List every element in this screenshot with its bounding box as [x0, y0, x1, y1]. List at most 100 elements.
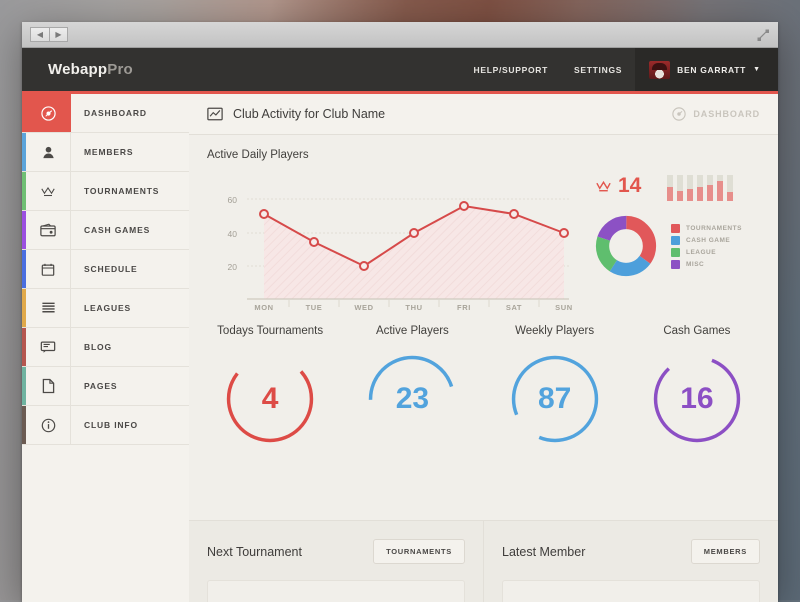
chart-title: Active Daily Players [207, 149, 760, 161]
chevron-down-icon: ▼ [753, 66, 760, 73]
avatar [649, 61, 670, 79]
sidebar-item-schedule[interactable]: SCHEDULE [22, 250, 189, 289]
mini-bar [707, 175, 713, 201]
stat-value: 16 [649, 351, 745, 447]
legend-item: LEAGUE [671, 248, 742, 257]
card-body-placeholder [207, 580, 465, 602]
sidebar-label: MEMBERS [71, 147, 133, 157]
dashboard-icon [26, 94, 71, 132]
sidebar-item-pages[interactable]: PAGES [22, 367, 189, 406]
list-icon [26, 289, 71, 327]
window-nav-buttons: ◀ ▶ [30, 27, 68, 42]
sidebar-item-leagues[interactable]: LEAGUES [22, 289, 189, 328]
chart-line-icon [207, 106, 223, 122]
legend-label: TOURNAMENTS [686, 225, 742, 232]
nav-item-settings[interactable]: SETTINGS [561, 65, 635, 75]
members-button[interactable]: MEMBERS [691, 539, 760, 564]
stat-label: Todays Tournaments [217, 325, 323, 337]
stats-grid: Todays Tournaments 4 Active Players [199, 325, 768, 447]
svg-text:20: 20 [228, 262, 238, 272]
window-titlebar: ◀ ▶ [22, 22, 778, 48]
mini-bar [667, 175, 673, 201]
legend-label: CASH GAME [686, 237, 730, 244]
sidebar-item-blog[interactable]: BLOG [22, 328, 189, 367]
donut-legend: TOURNAMENTS CASH GAME LEAGUE [671, 224, 742, 269]
page-title: Club Activity for Club Name [233, 107, 385, 121]
side-stats: 14 [577, 171, 760, 277]
legend-swatch [671, 248, 680, 257]
sidebar-item-members[interactable]: MEMBERS [22, 133, 189, 172]
back-button[interactable]: ◀ [30, 27, 49, 42]
card-latest-member: Latest Member MEMBERS [483, 521, 778, 602]
dashboard-icon [672, 107, 686, 121]
brand-logo[interactable]: WebappPro [22, 61, 133, 78]
crown-icon [26, 172, 71, 210]
stats-panel: Todays Tournaments 4 Active Players [189, 317, 778, 520]
breadcrumb[interactable]: DASHBOARD [672, 107, 760, 121]
chart-row: 20 40 60 [207, 171, 760, 311]
sidebar-item-cash-games[interactable]: CASH GAMES [22, 211, 189, 250]
nav-item-help-support[interactable]: HELP/SUPPORT [460, 65, 561, 75]
content-header: Club Activity for Club Name DASHBOARD [189, 94, 778, 135]
main-content: Club Activity for Club Name DASHBOARD Ac… [189, 94, 778, 602]
sidebar-item-tournaments[interactable]: TOURNAMENTS [22, 172, 189, 211]
svg-text:40: 40 [228, 229, 238, 239]
x-tick-sat: SAT [506, 303, 522, 311]
app-topbar: WebappPro HELP/SUPPORT SETTINGS BEN GARR… [22, 48, 778, 91]
sidebar-label: CLUB INFO [71, 420, 138, 430]
stat-ring: 16 [649, 351, 745, 447]
resize-grip-icon[interactable] [756, 28, 770, 42]
sidebar-item-dashboard[interactable]: DASHBOARD [22, 94, 189, 133]
activity-panel: Active Daily Players [189, 135, 778, 317]
x-tick-thu: THU [405, 303, 422, 311]
line-chart: 20 40 60 [207, 171, 577, 311]
x-tick-mon: MON [254, 303, 273, 311]
card-header: Next Tournament TOURNAMENTS [207, 539, 465, 564]
mini-bar-chart [667, 175, 733, 201]
sidebar-label: CASH GAMES [71, 225, 150, 235]
x-tick-fri: FRI [457, 303, 471, 311]
sidebar-label: LEAGUES [71, 303, 131, 313]
highlight-value-group: 14 [595, 175, 641, 196]
stat-card-active-players: Active Players 23 [341, 325, 483, 447]
mini-bar [727, 175, 733, 201]
svg-text:60: 60 [228, 195, 238, 205]
calendar-icon [26, 250, 71, 288]
stat-value: 87 [507, 351, 603, 447]
sidebar-label: TOURNAMENTS [71, 186, 159, 196]
legend-label: MISC [686, 261, 704, 268]
app-body: DASHBOARD MEMBERS TOURNAMENTS [22, 94, 778, 602]
stat-label: Cash Games [663, 325, 730, 337]
brand-suffix: Pro [107, 61, 133, 78]
card-next-tournament: Next Tournament TOURNAMENTS [189, 521, 483, 602]
sidebar-item-club-info[interactable]: CLUB INFO [22, 406, 189, 445]
user-menu[interactable]: BEN GARRATT ▼ [635, 48, 778, 91]
top-navigation: HELP/SUPPORT SETTINGS BEN GARRATT ▼ [460, 48, 778, 91]
card-body-placeholder [502, 580, 760, 602]
stat-card-weekly-players: Weekly Players 87 [484, 325, 626, 447]
breadcrumb-label: DASHBOARD [693, 109, 760, 119]
wallet-icon [26, 211, 71, 249]
sidebar-label: BLOG [71, 342, 112, 352]
forward-button[interactable]: ▶ [49, 27, 68, 42]
donut-row: TOURNAMENTS CASH GAME LEAGUE [595, 215, 760, 277]
page-icon [26, 367, 71, 405]
stat-ring: 4 [222, 351, 318, 447]
x-tick-sun: SUN [555, 303, 573, 311]
tournaments-button[interactable]: TOURNAMENTS [373, 539, 465, 564]
stat-value: 23 [364, 351, 460, 447]
x-tick-tue: TUE [306, 303, 323, 311]
crown-icon [595, 179, 612, 193]
legend-swatch [671, 224, 680, 233]
stat-card-cash-games: Cash Games 16 [626, 325, 768, 447]
x-tick-wed: WED [354, 303, 373, 311]
card-title: Latest Member [502, 545, 585, 559]
mini-bar [697, 175, 703, 201]
legend-swatch [671, 236, 680, 245]
mini-bar [717, 175, 723, 201]
app-window: ◀ ▶ WebappPro HELP/SUPPORT SETTINGS BEN … [22, 22, 778, 602]
stat-ring: 87 [507, 351, 603, 447]
bottom-cards: Next Tournament TOURNAMENTS Latest Membe… [189, 520, 778, 602]
card-header: Latest Member MEMBERS [502, 539, 760, 564]
comment-icon [26, 328, 71, 366]
